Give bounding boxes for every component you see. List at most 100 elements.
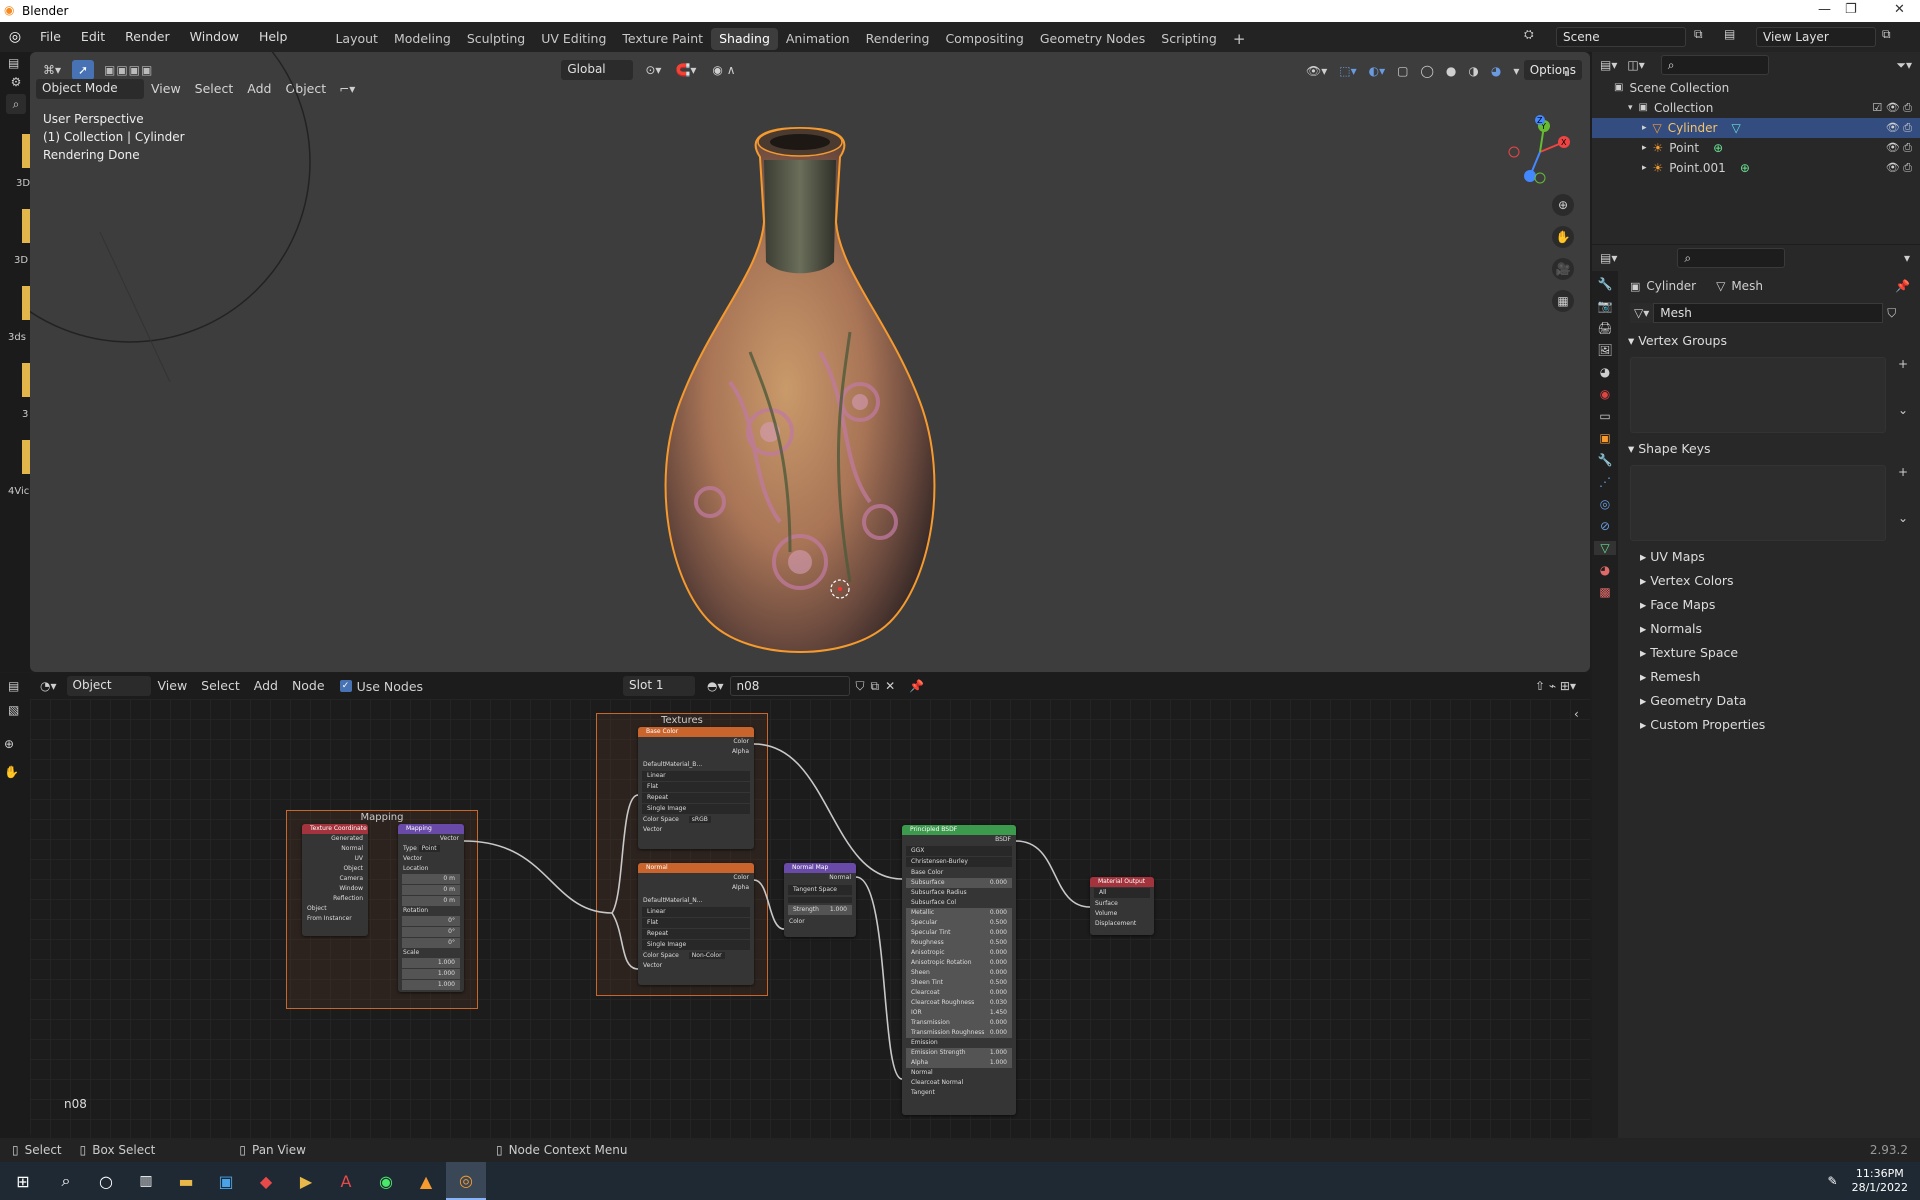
- zoom-icon[interactable]: ⊕: [1552, 194, 1574, 216]
- render-tab-icon[interactable]: 📷: [1598, 299, 1613, 313]
- list-options-icon[interactable]: ⌄: [1898, 403, 1908, 417]
- bsdf-input-row[interactable]: Specular 0.500: [906, 918, 1012, 928]
- bsdf-input-row[interactable]: IOR 1.450: [906, 1008, 1012, 1018]
- socket-color-in[interactable]: Color: [784, 917, 856, 927]
- modifier-tab-icon[interactable]: 🔧: [1598, 453, 1613, 467]
- tool-icon[interactable]: ⚙: [6, 72, 26, 92]
- constraints-tab-icon[interactable]: ⊘: [1600, 519, 1610, 533]
- socket-volume[interactable]: Volume: [1090, 909, 1154, 919]
- object-tab-icon[interactable]: ▣: [1599, 431, 1610, 445]
- tab-shading[interactable]: Shading: [711, 28, 778, 50]
- pivot-icon[interactable]: ⊙▾: [645, 63, 661, 77]
- properties-options-icon[interactable]: ▾: [1904, 251, 1910, 265]
- slot-dropdown[interactable]: Slot 1: [623, 676, 696, 696]
- distribution-dropdown[interactable]: GGX: [906, 846, 1012, 856]
- node-principled-bsdf[interactable]: Principled BSDF BSDF GGX Christensen-Bur…: [902, 825, 1016, 1115]
- bsdf-input-row[interactable]: Metallic 0.000: [906, 908, 1012, 918]
- close-icon[interactable]: ✕: [1894, 2, 1905, 17]
- gizmo-toggle-icon[interactable]: ⬚▾: [1339, 64, 1356, 78]
- source-dropdown[interactable]: Single Image: [642, 940, 750, 950]
- list-options-icon[interactable]: ⌄: [1898, 511, 1908, 525]
- bsdf-input-row[interactable]: Sheen 0.000: [906, 968, 1012, 978]
- tab-uv-editing[interactable]: UV Editing: [533, 28, 614, 50]
- editor-type-icon[interactable]: ▤▾: [1600, 251, 1617, 265]
- shader-node-editor[interactable]: ◔▾ Object View Select Add Node ✓ Use Nod…: [30, 673, 1590, 1138]
- editor-type-icon[interactable]: ◔▾: [40, 679, 57, 693]
- tab-sculpting[interactable]: Sculpting: [459, 28, 533, 50]
- rendered-shading-icon[interactable]: ◕: [1491, 64, 1501, 78]
- bsdf-input-row[interactable]: Clearcoat Roughness 0.030: [906, 998, 1012, 1008]
- mesh-browse-icon[interactable]: ▽▾: [1630, 303, 1654, 323]
- duplicate-material-icon[interactable]: ⧉: [871, 679, 880, 694]
- tree-item-point[interactable]: ▸ ☀ Point ⊕ 👁 ⎙: [1614, 138, 1920, 158]
- socket-generated[interactable]: Generated: [302, 834, 368, 844]
- expand-icon[interactable]: ▸: [1642, 158, 1647, 178]
- menu-select[interactable]: Select: [194, 675, 247, 697]
- file-explorer-icon[interactable]: ▬: [166, 1162, 206, 1200]
- pan-hand-icon[interactable]: ✋: [4, 765, 19, 779]
- world-tab-icon[interactable]: ◉: [1600, 387, 1610, 401]
- tab-modeling[interactable]: Modeling: [386, 28, 459, 50]
- solid-shading-icon[interactable]: ●: [1446, 64, 1456, 78]
- menu-node[interactable]: Node: [285, 675, 332, 697]
- pin-icon[interactable]: 📌: [1895, 279, 1910, 293]
- panel-geometry-data[interactable]: ▸ Geometry Data: [1620, 689, 1920, 713]
- socket-uv[interactable]: UV: [302, 854, 368, 864]
- socket-displacement[interactable]: Displacement: [1090, 919, 1154, 929]
- menu-add[interactable]: Add: [247, 675, 285, 697]
- view-layer-tab-icon[interactable]: 🖼: [1597, 343, 1612, 357]
- use-nodes-checkbox[interactable]: ✓: [339, 680, 352, 692]
- bsdf-input-row[interactable]: Transmission 0.000: [906, 1018, 1012, 1028]
- outliner-search[interactable]: ⌕: [1660, 55, 1769, 75]
- wireframe-shading-icon[interactable]: ◯: [1420, 64, 1433, 78]
- subsurface-method-dropdown[interactable]: Christensen-Burley: [906, 857, 1012, 867]
- clock[interactable]: 11:36PM 28/1/2022: [1852, 1167, 1908, 1195]
- git-icon[interactable]: ◆: [246, 1162, 286, 1200]
- interpolation-dropdown[interactable]: Linear: [642, 907, 750, 917]
- minimize-icon[interactable]: —: [1818, 2, 1831, 17]
- panel-uv-maps[interactable]: ▸ UV Maps: [1620, 545, 1920, 569]
- bsdf-input-row[interactable]: Base Color: [906, 868, 1012, 878]
- physics-tab-icon[interactable]: ◎: [1600, 497, 1610, 511]
- type-value[interactable]: Point: [418, 845, 440, 852]
- panel-texture-space[interactable]: ▸ Texture Space: [1620, 641, 1920, 665]
- material-shading-icon[interactable]: ◑: [1468, 64, 1478, 78]
- node-normal-map[interactable]: Normal Map Normal Tangent Space Strength…: [784, 863, 856, 937]
- socket-object[interactable]: Object: [302, 864, 368, 874]
- bsdf-input-row[interactable]: Anisotropic 0.000: [906, 948, 1012, 958]
- pen-icon[interactable]: ✎: [1828, 1174, 1838, 1188]
- visibility-toggles[interactable]: 👁 ⎙: [1886, 138, 1912, 158]
- space-dropdown[interactable]: Tangent Space: [788, 885, 852, 895]
- rotation-z[interactable]: 0°: [402, 938, 460, 948]
- colorspace-value[interactable]: Non-Color: [688, 952, 725, 959]
- filter-icon[interactable]: ⏷▾: [1896, 58, 1912, 73]
- colorspace-row[interactable]: Color Space sRGB: [638, 815, 754, 825]
- tab-texture-paint[interactable]: Texture Paint: [614, 28, 711, 50]
- expand-icon[interactable]: ▸: [1642, 138, 1647, 158]
- photos-icon[interactable]: ▣: [206, 1162, 246, 1200]
- vertex-groups-listbox[interactable]: [1630, 357, 1886, 433]
- acrobat-icon[interactable]: A: [326, 1162, 366, 1200]
- start-icon[interactable]: ⊞: [0, 1162, 46, 1200]
- scale-z[interactable]: 1.000: [402, 980, 460, 990]
- bsdf-input-row[interactable]: Emission: [906, 1038, 1012, 1048]
- particles-tab-icon[interactable]: ⋰: [1599, 475, 1611, 489]
- material-tab-icon[interactable]: ◕: [1600, 563, 1610, 577]
- node-texture-coordinate[interactable]: Texture Coordinate Generated Normal UV O…: [302, 824, 368, 936]
- pin-icon[interactable]: 📌: [909, 679, 924, 693]
- expand-icon[interactable]: ▾: [1628, 98, 1633, 118]
- task-view-icon[interactable]: ▥: [126, 1162, 166, 1200]
- cortana-icon[interactable]: ○: [86, 1162, 126, 1200]
- shape-keys-listbox[interactable]: [1630, 465, 1886, 541]
- bsdf-input-row[interactable]: Normal: [906, 1068, 1012, 1078]
- menu-help[interactable]: Help: [249, 22, 298, 52]
- rotation-x[interactable]: 0°: [402, 916, 460, 926]
- socket-color[interactable]: Color: [638, 873, 754, 883]
- video-player-icon[interactable]: ▶: [286, 1162, 326, 1200]
- tab-compositing[interactable]: Compositing: [937, 28, 1031, 50]
- navigation-gizmo[interactable]: X Y Z: [1500, 112, 1580, 192]
- colorspace-value[interactable]: sRGB: [688, 816, 711, 823]
- collection-tab-icon[interactable]: ▭: [1599, 409, 1610, 423]
- node-mapping[interactable]: Mapping Vector Type Point Vector Locatio…: [398, 824, 464, 992]
- visibility-toggles[interactable]: ☑ 👁 ⎙: [1872, 98, 1912, 118]
